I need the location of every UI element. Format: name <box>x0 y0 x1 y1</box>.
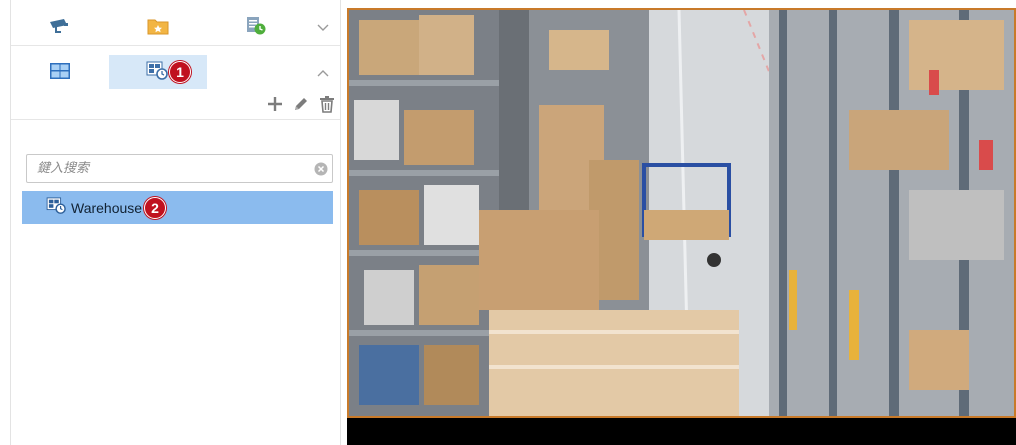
view-tour-icon <box>146 61 170 84</box>
clear-icon <box>314 162 328 175</box>
search-box <box>26 154 333 183</box>
camera-video-frame[interactable] <box>347 8 1016 418</box>
chevron-down-icon <box>317 20 329 35</box>
chevron-up-icon <box>317 65 329 80</box>
camera-icon <box>47 17 73 38</box>
edit-icon <box>292 95 310 116</box>
add-icon <box>266 95 284 116</box>
app-window: 1 鍵入搜索 Warehouse 2 <box>0 0 1016 445</box>
tab-row-1 <box>11 10 340 46</box>
favorites-folder-icon <box>147 17 169 38</box>
collapse-tabs-button[interactable] <box>305 55 340 89</box>
panel-right-border <box>340 0 341 445</box>
clear-search-button[interactable] <box>310 155 332 182</box>
step-badge: 2 <box>144 196 167 219</box>
tree-item-label: Warehouse <box>71 199 143 216</box>
tab-empty <box>207 55 305 89</box>
add-button[interactable] <box>266 97 284 115</box>
edit-button[interactable] <box>292 97 310 115</box>
view-tour-icon <box>46 197 68 218</box>
expand-tabs-button[interactable] <box>305 10 340 44</box>
delete-icon <box>318 95 336 116</box>
delete-button[interactable] <box>318 95 336 116</box>
left-panel: 1 鍵入搜索 Warehouse 2 <box>0 0 345 445</box>
tab-layouts[interactable] <box>11 55 109 89</box>
warehouse-camera-image <box>349 10 1014 416</box>
tab-view-tours[interactable]: 1 <box>109 55 207 89</box>
schedule-icon <box>245 16 267 39</box>
tree-item-warehouse[interactable]: Warehouse 2 <box>22 191 333 224</box>
tree-toolbar <box>11 92 340 120</box>
step-badge: 1 <box>169 61 191 83</box>
tab-row-2: 1 <box>11 55 340 91</box>
tab-devices[interactable] <box>11 10 109 44</box>
video-panel[interactable] <box>347 8 1016 445</box>
search-input[interactable] <box>27 155 310 182</box>
tab-favorites[interactable] <box>109 10 207 44</box>
tab-schedule[interactable] <box>207 10 305 44</box>
layout-grid-icon <box>49 62 71 83</box>
